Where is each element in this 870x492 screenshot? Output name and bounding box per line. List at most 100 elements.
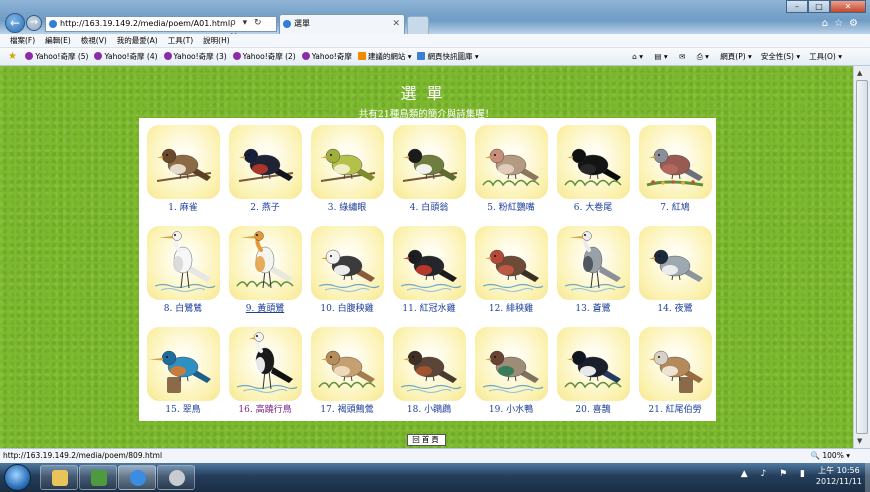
tab-current[interactable]: 選單 ✕ (279, 14, 405, 34)
minimize-button[interactable]: – (786, 0, 808, 13)
bird-illustration[interactable] (557, 327, 630, 401)
print-icon[interactable]: ⎙ ▾ (697, 52, 709, 61)
taskbar-app[interactable] (79, 465, 117, 490)
bird-label[interactable]: 12. 緋秧雞 (470, 301, 552, 314)
bird-label[interactable]: 18. 小鸊鷉 (388, 402, 470, 415)
bird-illustration[interactable] (147, 226, 220, 300)
feeds-icon[interactable]: ▤ ▾ (654, 52, 667, 61)
home-icon[interactable]: ⌂ ▾ (632, 52, 643, 61)
bird-item[interactable]: 7. 紅鳩 (634, 123, 716, 224)
home-favorites-tools-icons[interactable]: ⌂☆⚙ (822, 18, 864, 29)
favorites-star-icon[interactable]: ★ (8, 48, 17, 66)
bird-item[interactable]: 3. 綠繡眼 (306, 123, 388, 224)
bird-illustration[interactable] (475, 327, 548, 401)
bird-item[interactable]: 21. 紅尾伯勞 (634, 325, 716, 426)
taskbar-media[interactable] (157, 465, 195, 490)
menu-item-0[interactable]: 檔案(F) (10, 34, 35, 48)
zoom-level[interactable]: 🔍 100% ▾ (811, 449, 850, 463)
bird-illustration[interactable] (557, 226, 630, 300)
command-item-2[interactable]: 工具(O) ▾ (809, 52, 842, 61)
bird-label[interactable]: 3. 綠繡眼 (306, 200, 388, 213)
start-button[interactable] (4, 464, 31, 491)
bird-label[interactable]: 13. 蒼鷺 (552, 301, 634, 314)
favorite-link-2[interactable]: Yahoo!奇摩 (3) (163, 48, 227, 66)
bird-item[interactable]: 15. 翠鳥 (142, 325, 224, 426)
bird-illustration[interactable] (229, 125, 302, 199)
vertical-scrollbar[interactable]: ▲ ▼ (853, 66, 870, 448)
bird-illustration[interactable] (229, 226, 302, 300)
favorite-link-4[interactable]: Yahoo!奇摩 (301, 48, 352, 66)
bird-item[interactable]: 16. 高蹺行鳥 (224, 325, 306, 426)
bird-item[interactable]: 9. 黃頭鷺 (224, 224, 306, 325)
bird-label[interactable]: 5. 粉紅鸚嘴 (470, 200, 552, 213)
bird-item[interactable]: 2. 燕子 (224, 123, 306, 224)
bird-label[interactable]: 16. 高蹺行鳥 (224, 402, 306, 415)
bird-illustration[interactable] (639, 327, 712, 401)
bird-illustration[interactable] (557, 125, 630, 199)
bird-item[interactable]: 6. 大卷尾 (552, 123, 634, 224)
bird-item[interactable]: 18. 小鸊鷉 (388, 325, 470, 426)
address-tools[interactable]: ρ ▾ ↻ ✕ (230, 16, 276, 42)
close-window-button[interactable]: ✕ (830, 0, 866, 13)
bird-label[interactable]: 21. 紅尾伯勞 (634, 402, 716, 415)
bird-item[interactable]: 5. 粉紅鸚嘴 (470, 123, 552, 224)
tab-close-icon[interactable]: ✕ (392, 15, 400, 33)
bird-illustration[interactable] (311, 125, 384, 199)
menu-item-3[interactable]: 我的最愛(A) (117, 34, 158, 48)
menu-item-1[interactable]: 編輯(E) (45, 34, 71, 48)
bird-illustration[interactable] (147, 125, 220, 199)
bird-label[interactable]: 9. 黃頭鷺 (224, 301, 306, 314)
bird-illustration[interactable] (311, 327, 384, 401)
bird-item[interactable]: 14. 夜鷺 (634, 224, 716, 325)
favorite-link-0[interactable]: Yahoo!奇摩 (5) (25, 48, 88, 66)
bird-illustration[interactable] (147, 327, 220, 401)
home-page-button[interactable]: 回首頁 (407, 434, 446, 446)
favorite-link-1[interactable]: Yahoo!奇摩 (4) (94, 48, 158, 66)
bird-label[interactable]: 6. 大卷尾 (552, 200, 634, 213)
bird-illustration[interactable] (393, 125, 466, 199)
bird-item[interactable]: 20. 喜鵲 (552, 325, 634, 426)
bird-label[interactable]: 14. 夜鷺 (634, 301, 716, 314)
bird-illustration[interactable] (229, 327, 302, 401)
menu-item-5[interactable]: 說明(H) (203, 34, 230, 48)
menu-item-4[interactable]: 工具(T) (168, 34, 193, 48)
bird-illustration[interactable] (475, 226, 548, 300)
command-item-0[interactable]: 網頁(P) ▾ (720, 52, 752, 61)
bird-item[interactable]: 11. 紅冠水雞 (388, 224, 470, 325)
menu-item-2[interactable]: 檢視(V) (81, 34, 107, 48)
bird-item[interactable]: 10. 白腹秧雞 (306, 224, 388, 325)
bird-item[interactable]: 13. 蒼鷺 (552, 224, 634, 325)
bird-item[interactable]: 1. 麻雀 (142, 123, 224, 224)
bird-item[interactable]: 12. 緋秧雞 (470, 224, 552, 325)
bird-item[interactable]: 17. 褐頭鷦鶯 (306, 325, 388, 426)
taskbar-explorer[interactable] (40, 465, 78, 490)
bird-label[interactable]: 11. 紅冠水雞 (388, 301, 470, 314)
maximize-button[interactable]: □ (808, 0, 830, 13)
command-item-1[interactable]: 安全性(S) ▾ (761, 52, 800, 61)
bird-label[interactable]: 4. 白頭翁 (388, 200, 470, 213)
bird-label[interactable]: 15. 翠鳥 (142, 402, 224, 415)
scroll-down-icon[interactable]: ▼ (857, 437, 862, 445)
bird-illustration[interactable] (393, 226, 466, 300)
bird-label[interactable]: 10. 白腹秧雞 (306, 301, 388, 314)
bird-item[interactable]: 8. 白鷺鷥 (142, 224, 224, 325)
bird-label[interactable]: 8. 白鷺鷥 (142, 301, 224, 314)
taskbar-clock[interactable]: 上午 10:56 2012/11/11 (816, 465, 862, 487)
new-tab-button[interactable] (407, 16, 429, 34)
favorite-link-6[interactable]: 網頁快訊圖庫 ▾ (417, 48, 479, 66)
bird-label[interactable]: 17. 褐頭鷦鶯 (306, 402, 388, 415)
show-desktop-button[interactable] (865, 463, 870, 492)
bird-label[interactable]: 1. 麻雀 (142, 200, 224, 213)
bird-illustration[interactable] (393, 327, 466, 401)
mail-icon[interactable]: ✉ (679, 52, 685, 61)
favorite-link-3[interactable]: Yahoo!奇摩 (2) (232, 48, 296, 66)
system-tray-icons[interactable]: ▲ ♪ ⚑ ▮ (741, 469, 810, 479)
bird-label[interactable]: 7. 紅鳩 (634, 200, 716, 213)
bird-label[interactable]: 2. 燕子 (224, 200, 306, 213)
bird-item[interactable]: 4. 白頭翁 (388, 123, 470, 224)
bird-illustration[interactable] (475, 125, 548, 199)
forward-button[interactable]: → (26, 15, 42, 31)
bird-label[interactable]: 19. 小水鴨 (470, 402, 552, 415)
favorite-link-5[interactable]: 建議的網站 ▾ (357, 48, 411, 66)
scroll-thumb[interactable] (856, 80, 868, 434)
